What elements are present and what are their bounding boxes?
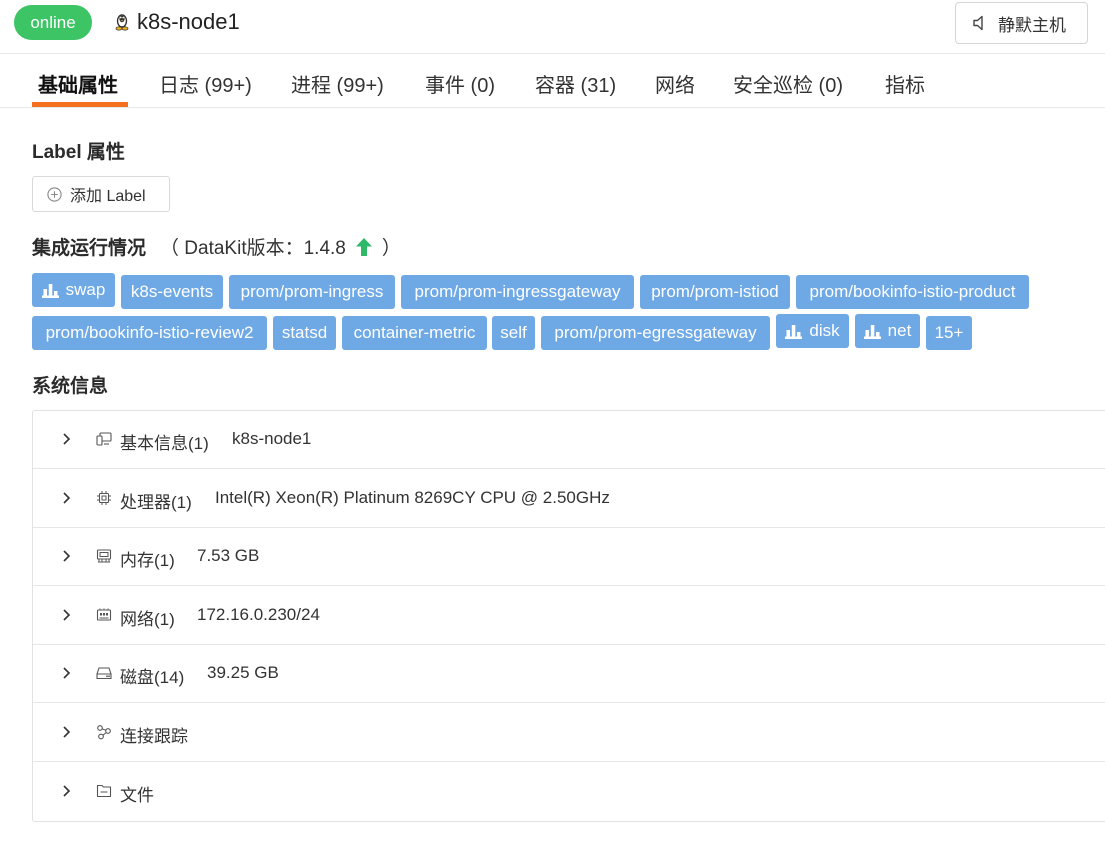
file-icon <box>96 784 112 798</box>
system-row-memory[interactable]: 内存(1) 7.53 GB <box>33 528 1105 586</box>
integration-tag-k8s-events[interactable]: k8s-events <box>121 275 223 309</box>
chevron-right-icon <box>63 492 71 504</box>
chevron-right-icon <box>63 785 71 797</box>
bar-chart-icon <box>863 325 881 339</box>
label-section-title: Label 属性 <box>32 142 125 163</box>
system-row-value: Intel(R) Xeon(R) Platinum 8269CY CPU @ 2… <box>215 488 610 507</box>
host-title: k8s-node1 <box>137 9 240 34</box>
system-info-panel: 基本信息(1) k8s-node1 处理器(1) Intel(R) Xeon(R… <box>32 410 1105 822</box>
integration-tag-more[interactable]: 15+ <box>926 316 972 350</box>
chevron-right-icon <box>63 433 71 445</box>
integration-tag-prom-ingressgateway[interactable]: prom/prom-ingressgateway <box>401 275 634 309</box>
network-icon <box>96 608 112 621</box>
system-row-value: 39.25 GB <box>207 663 279 682</box>
memory-icon <box>96 549 112 563</box>
system-row-basic-info[interactable]: 基本信息(1) k8s-node1 <box>33 411 1105 469</box>
system-row-label: 文件 <box>120 786 154 805</box>
status-badge: online <box>14 5 92 40</box>
tag-label: swap <box>65 280 106 299</box>
integration-tag-statsd[interactable]: statsd <box>273 316 336 350</box>
integration-section-title: 集成运行情况 （ DataKit版本：1.4.8 ） <box>32 233 401 260</box>
tab-basic-attributes[interactable]: 基础属性 <box>38 69 118 98</box>
system-row-value: 172.16.0.230/24 <box>197 605 320 624</box>
disk-icon <box>96 667 112 680</box>
upgrade-arrow-icon[interactable] <box>355 237 373 257</box>
chevron-right-icon <box>63 550 71 562</box>
integration-tag-swap[interactable]: swap <box>32 273 115 307</box>
tab-events[interactable]: 事件 (0) <box>425 69 495 98</box>
integration-tag-bookinfo-review2[interactable]: prom/bookinfo-istio-review2 <box>32 316 267 350</box>
tab-containers[interactable]: 容器 (31) <box>535 69 616 98</box>
bar-chart-icon <box>785 325 803 339</box>
tab-metrics[interactable]: 指标 <box>885 69 925 98</box>
chevron-right-icon <box>63 609 71 621</box>
chevron-right-icon <box>63 667 71 679</box>
integration-tag-prom-ingress[interactable]: prom/prom-ingress <box>229 275 395 309</box>
integration-tag-bookinfo-product[interactable]: prom/bookinfo-istio-product <box>796 275 1029 309</box>
system-row-label: 内存(1) <box>120 551 175 570</box>
system-row-value: 7.53 GB <box>197 546 260 565</box>
datakit-version: （ DataKit版本：1.4.8 ） <box>160 233 401 260</box>
system-section-title: 系统信息 <box>32 376 109 397</box>
datakit-version-text: （ DataKit版本：1.4.8 <box>160 238 346 259</box>
linux-penguin-icon <box>115 14 129 31</box>
system-row-cpu[interactable]: 处理器(1) Intel(R) Xeon(R) Platinum 8269CY … <box>33 470 1105 528</box>
plus-circle-icon <box>47 186 62 202</box>
integration-tag-net[interactable]: net <box>855 314 920 348</box>
tag-label: net <box>887 321 912 340</box>
tab-bar: 基础属性 日志 (99+) 进程 (99+) 事件 (0) 容器 (31) 网络… <box>0 54 1105 108</box>
integration-tag-prom-egressgateway[interactable]: prom/prom-egressgateway <box>541 316 770 350</box>
speaker-mute-icon <box>973 15 983 31</box>
system-row-disk[interactable]: 磁盘(14) 39.25 GB <box>33 645 1105 703</box>
cpu-icon <box>97 491 111 505</box>
system-row-network[interactable]: 网络(1) 172.16.0.230/24 <box>33 587 1105 645</box>
system-row-conntrack[interactable]: 连接跟踪 <box>33 704 1105 762</box>
system-row-label: 处理器(1) <box>120 493 192 512</box>
system-row-label: 基本信息(1) <box>120 434 209 453</box>
integration-tag-disk[interactable]: disk <box>776 314 849 348</box>
mute-host-label: 静默主机 <box>998 15 1066 35</box>
tab-processes[interactable]: 进程 (99+) <box>291 69 384 98</box>
integration-tag-self[interactable]: self <box>492 316 535 350</box>
active-tab-indicator <box>32 102 128 107</box>
bar-chart-icon <box>41 284 59 298</box>
system-row-files[interactable]: 文件 <box>33 763 1105 821</box>
chevron-right-icon <box>63 726 71 738</box>
integration-tag-prom-istiod[interactable]: prom/prom-istiod <box>640 275 790 309</box>
tab-logs[interactable]: 日志 (99+) <box>159 69 252 98</box>
add-label-text: 添加 Label <box>70 188 146 205</box>
system-row-label: 连接跟踪 <box>120 727 188 746</box>
system-row-value: k8s-node1 <box>232 429 312 448</box>
tab-network[interactable]: 网络 <box>655 69 695 98</box>
host-icon <box>96 432 112 446</box>
top-bar: online k8s-node1 静默主机 <box>0 0 1105 54</box>
add-label-button[interactable]: 添加 Label <box>32 176 170 212</box>
tab-security-check[interactable]: 安全巡检 (0) <box>733 69 843 98</box>
integration-title: 集成运行情况 <box>32 238 147 259</box>
datakit-version-close: ） <box>381 238 401 259</box>
integration-tag-container-metric[interactable]: container-metric <box>342 316 487 350</box>
system-row-label: 网络(1) <box>120 610 175 629</box>
connection-icon <box>97 725 111 740</box>
mute-host-button[interactable]: 静默主机 <box>955 2 1088 44</box>
system-row-label: 磁盘(14) <box>120 668 185 687</box>
tag-label: disk <box>809 321 840 340</box>
